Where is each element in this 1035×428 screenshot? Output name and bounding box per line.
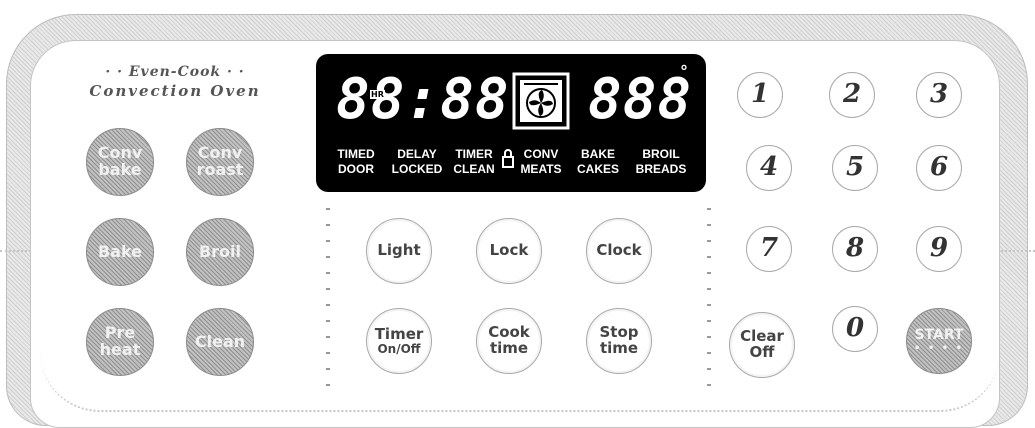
meats-label: MEATS <box>520 162 562 176</box>
cook-time-label-2: time <box>489 339 529 357</box>
delay-indicator: DELAY LOCKED <box>388 148 446 175</box>
clock-label: Clock <box>596 241 642 260</box>
cakes-label: CAKES <box>576 162 619 176</box>
start-button[interactable]: START • • • • <box>906 308 972 374</box>
conv-bake-label-2: bake <box>98 160 142 179</box>
timer-indicator: TIMER CLEAN <box>450 148 498 175</box>
conv-roast-label-2: roast <box>196 160 244 179</box>
digit-6-button[interactable]: 6 <box>916 145 962 191</box>
convection-fan-icon <box>512 72 570 130</box>
digit-3-button[interactable]: 3 <box>916 72 962 118</box>
digit-5-button[interactable]: 5 <box>832 145 878 191</box>
timed-label: TIMED <box>337 147 375 161</box>
left-separator-dots <box>326 208 330 388</box>
delay-label: DELAY <box>397 147 437 161</box>
preheat-label-2: heat <box>99 340 141 359</box>
digit-1-button[interactable]: 1 <box>737 72 783 118</box>
light-button[interactable]: Light <box>366 218 432 284</box>
conv-label: CONV <box>523 147 559 161</box>
timer-on-off-button[interactable]: Timer On/Off <box>366 308 432 374</box>
clear-off-button[interactable]: Clear Off <box>729 312 795 378</box>
door-label: DOOR <box>338 162 374 176</box>
broil-indicator: BROIL BREADS <box>630 148 692 175</box>
lock-button[interactable]: Lock <box>476 218 542 284</box>
broil-button[interactable]: Broil <box>186 218 254 286</box>
digit-0-button[interactable]: 0 <box>832 306 878 352</box>
timed-indicator: TIMED DOOR <box>334 148 378 175</box>
brand-line-2: Convection Oven <box>89 82 261 100</box>
locked-label: LOCKED <box>391 162 443 176</box>
stop-time-button[interactable]: Stop time <box>586 308 652 374</box>
broil-indicator-label: BROIL <box>642 147 680 161</box>
digit-2-button[interactable]: 2 <box>829 72 875 118</box>
conv-roast-button[interactable]: Conv roast <box>186 128 254 196</box>
conv-bake-button[interactable]: Conv bake <box>86 128 154 196</box>
digit-8-button[interactable]: 8 <box>832 226 878 272</box>
degree-symbol: ° <box>680 62 688 81</box>
lcd-display: 88:88 HR 888 ° TIMED DOOR DELAY LOCKED T… <box>316 54 706 192</box>
broil-label: Broil <box>198 241 242 261</box>
clear-off-label-2: Off <box>749 343 775 361</box>
right-separator-dots <box>707 208 711 388</box>
timer-label-2: On/Off <box>377 341 421 356</box>
cook-time-button[interactable]: Cook time <box>476 308 542 374</box>
clock-button[interactable]: Clock <box>586 218 652 284</box>
conv-indicator: CONV MEATS <box>516 148 566 175</box>
time-digits: 88:88 <box>336 67 510 132</box>
bake-indicator: BAKE CAKES <box>572 148 624 175</box>
clean-label: Clean <box>194 331 246 351</box>
timer-label-1: Timer <box>374 324 424 343</box>
brand-line-1: · · Even-Cook · · <box>105 64 245 80</box>
hr-indicator: HR <box>370 90 385 99</box>
breads-label: BREADS <box>635 162 687 176</box>
timer-label: TIMER <box>455 147 493 161</box>
digit-9-button[interactable]: 9 <box>916 226 962 272</box>
start-dots: • • • • <box>913 343 964 355</box>
lock-label: Lock <box>489 241 529 260</box>
stop-time-label-2: time <box>599 339 639 357</box>
lock-icon <box>502 149 514 168</box>
preheat-button[interactable]: Pre heat <box>86 308 154 376</box>
clean-indicator-label: CLEAN <box>453 162 495 176</box>
bake-button[interactable]: Bake <box>86 218 154 286</box>
start-label: START <box>914 326 964 343</box>
temperature-digits: 888 <box>588 67 693 132</box>
digit-4-button[interactable]: 4 <box>746 145 792 191</box>
bake-label: Bake <box>97 241 143 261</box>
light-label: Light <box>377 241 421 260</box>
bake-indicator-label: BAKE <box>580 147 615 161</box>
digit-7-button[interactable]: 7 <box>746 226 792 272</box>
clean-button[interactable]: Clean <box>186 308 254 376</box>
